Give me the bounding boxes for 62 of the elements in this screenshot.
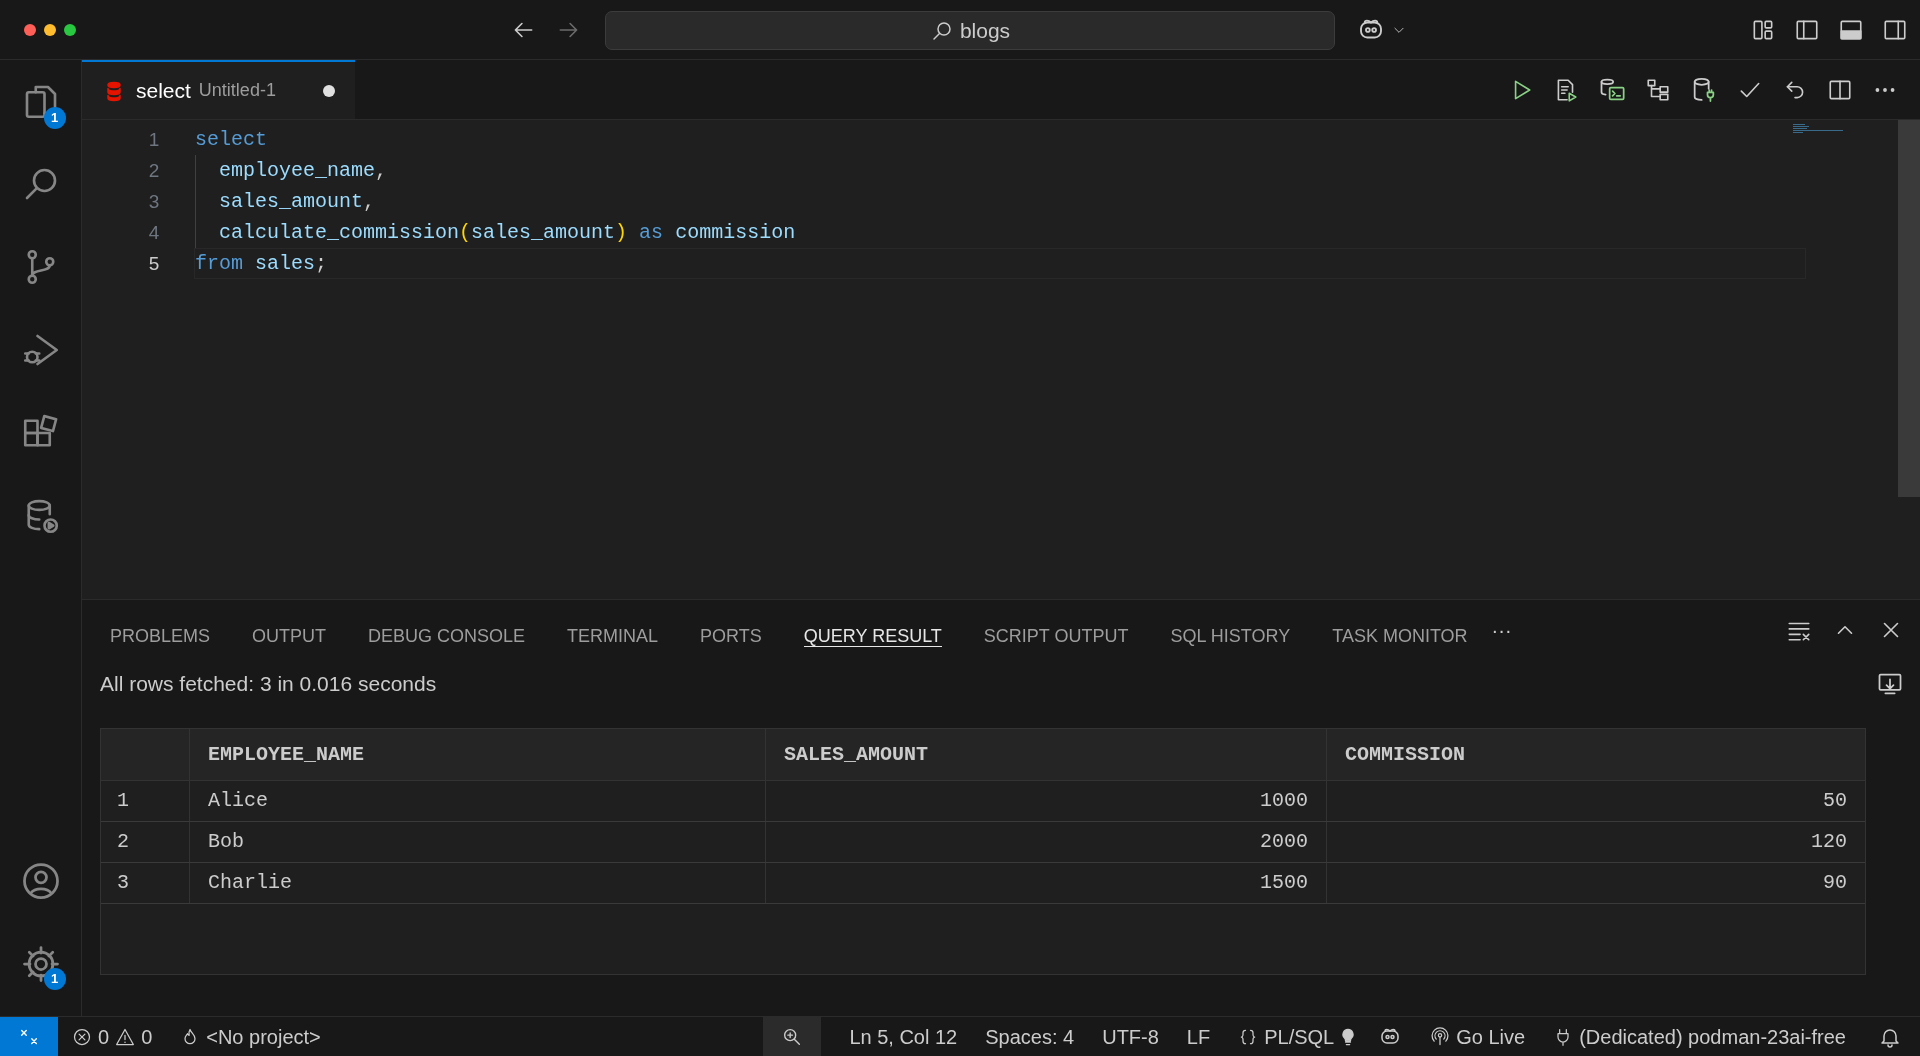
- status-item[interactable]: PL/SQL: [1224, 1017, 1349, 1056]
- status-item[interactable]: (Dedicated) podman-23ai-free: [1539, 1017, 1860, 1056]
- window-control[interactable]: [24, 23, 36, 36]
- line-number: 4: [147, 221, 161, 245]
- window-control[interactable]: [44, 23, 56, 36]
- panel-tab[interactable]: TASK MONITOR: [1332, 613, 1468, 647]
- editor-tab[interactable]: select Untitled-1: [82, 60, 355, 119]
- tab-description: Untitled-1: [198, 79, 276, 102]
- zoom-button[interactable]: [763, 1017, 822, 1056]
- code-line: employee_name,: [194, 155, 1806, 186]
- status-item[interactable]: 0: [115, 1021, 153, 1052]
- row-number: 1: [101, 781, 190, 821]
- line-number: 2: [147, 159, 161, 183]
- panel-tab[interactable]: SQL HISTORY: [1170, 613, 1291, 647]
- table-cell-text: 120: [1810, 829, 1848, 855]
- status-item[interactable]: Spaces: 4: [971, 1017, 1089, 1056]
- more-button[interactable]: ···: [1491, 615, 1512, 645]
- table-cell: Alice: [190, 781, 766, 821]
- status-item[interactable]: UTF-8: [1088, 1017, 1173, 1056]
- status-item[interactable]: Ln 5, Col 12: [835, 1017, 972, 1056]
- panel-tab[interactable]: PORTS: [700, 613, 762, 647]
- table-cell-text: 90: [1822, 870, 1848, 896]
- panel-tab[interactable]: PROBLEMS: [110, 613, 211, 647]
- status-item[interactable]: LF: [1172, 1017, 1225, 1056]
- broadcast-icon: [1430, 1026, 1451, 1047]
- notification-badge: 1: [43, 968, 66, 990]
- status-item[interactable]: 0: [72, 1021, 110, 1052]
- table-cell: Charlie: [190, 863, 766, 903]
- code-line: calculate_commission(sales_amount) as commission: [194, 217, 1806, 248]
- panel-tab[interactable]: TERMINAL: [567, 613, 659, 647]
- line-number: 3: [147, 190, 161, 214]
- column-header: SALES_AMOUNT: [766, 729, 1327, 780]
- warning-icon: [115, 1026, 136, 1047]
- table-cell: 2000: [766, 822, 1327, 862]
- line-number: 5: [147, 252, 161, 276]
- panel-tab[interactable]: OUTPUT: [252, 613, 327, 647]
- explain-plan-icon[interactable]: [1645, 76, 1671, 103]
- code-line: select: [194, 127, 268, 153]
- status-item[interactable]: <No project>: [180, 1021, 321, 1052]
- line-number: 1: [147, 128, 161, 152]
- panel-tab[interactable]: SCRIPT OUTPUT: [983, 613, 1129, 647]
- scrollbar[interactable]: [1898, 120, 1920, 497]
- search-text: blogs: [959, 17, 1011, 44]
- table-cell: 1500: [766, 863, 1327, 903]
- code-line: sales_amount,: [194, 186, 1806, 217]
- panel-tab[interactable]: DEBUG CONSOLE: [368, 613, 526, 647]
- table-cell: 1000: [766, 781, 1327, 821]
- column-header: COMMISSION: [1344, 741, 1467, 768]
- table-cell-text: 50: [1822, 788, 1848, 814]
- error-icon: [72, 1026, 92, 1047]
- table-cell: Bob: [190, 822, 766, 862]
- tab-label: select: [136, 77, 191, 104]
- row-number: 2: [101, 822, 190, 862]
- notification-badge: 1: [43, 107, 66, 129]
- window-control[interactable]: [64, 23, 76, 36]
- column-header: EMPLOYEE_NAME: [190, 729, 766, 780]
- search-bar[interactable]: blogs: [605, 11, 1335, 50]
- minimap: [1793, 124, 1843, 136]
- panel-tab[interactable]: QUERY RESULT: [803, 613, 942, 647]
- row-number: 3: [101, 863, 190, 903]
- result-summary: All rows fetched: 3 in 0.016 seconds: [100, 671, 437, 698]
- status-item[interactable]: Go Live: [1416, 1017, 1540, 1056]
